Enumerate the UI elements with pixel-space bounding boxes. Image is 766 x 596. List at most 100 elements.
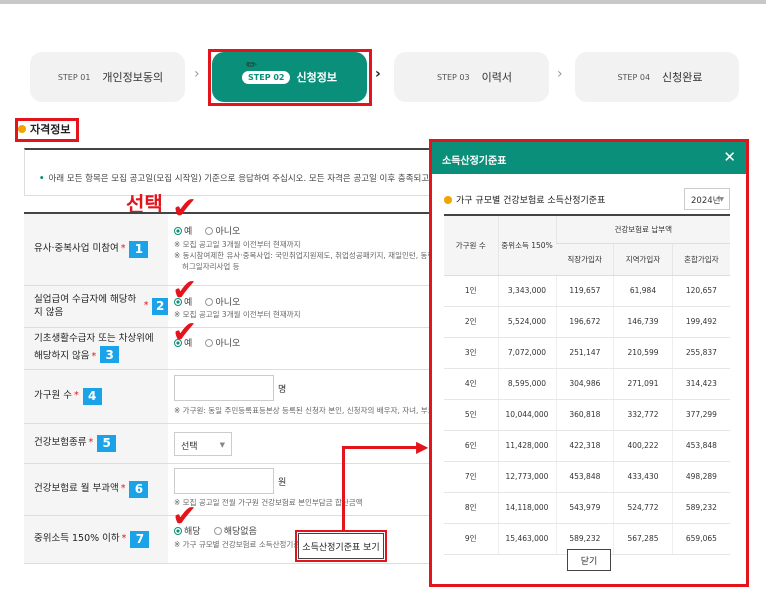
income-standard-modal: 소득산정기준표 ✕ 가구 규모별 건강보험료 소득산정기준표 2024년 ▼ 가구… xyxy=(432,142,746,584)
row-label: 건강보험료 월 부과액 * 6 xyxy=(24,464,168,515)
table-cell: 7,072,000 xyxy=(497,337,556,369)
table-cell: 2인 xyxy=(444,306,498,338)
modal-title: 소득산정기준표 xyxy=(442,156,507,167)
table-cell: 1인 xyxy=(444,275,498,307)
notice-box: • 아래 모든 항목은 모집 공고일(모집 시작일) 기준으로 응답하여 주십시오… xyxy=(24,148,444,196)
view-income-standard-button[interactable]: 소득산정기준표 보기 xyxy=(298,533,384,559)
table-cell: 15,463,000 xyxy=(497,523,556,555)
table-cell: 199,492 xyxy=(671,306,730,338)
row-note: ※ 모집 공고일 전월 가구원 건강보험료 본인부담금 합산금액 xyxy=(174,498,363,507)
table-cell: 146,739 xyxy=(613,306,673,338)
radio-yes[interactable]: 예 xyxy=(174,224,192,237)
table-cell: 498,289 xyxy=(671,461,730,493)
row-household-size: 가구원 수 * 4 명 ※ 가구원: 동일 주민등록표등본상 등록된 신청자 본인,… xyxy=(24,370,435,424)
connector-line xyxy=(342,446,422,449)
number-badge: 7 xyxy=(130,531,150,548)
chevron-right-icon: › xyxy=(194,66,200,82)
table-cell: 5,524,000 xyxy=(497,306,556,338)
step-2-label: 신청정보 xyxy=(296,71,337,84)
table-cell: 304,986 xyxy=(555,368,614,400)
table-cell: 255,837 xyxy=(671,337,730,369)
table-cell: 567,285 xyxy=(613,523,673,555)
bullet-dot-icon xyxy=(18,125,26,133)
section-title: 자격정보 xyxy=(18,121,70,137)
number-badge: 6 xyxy=(129,481,149,498)
header-household: 가구원 수 xyxy=(444,215,498,276)
table-cell: 543,979 xyxy=(555,492,614,524)
table-cell: 524,772 xyxy=(613,492,673,524)
table-cell: 659,065 xyxy=(671,523,730,555)
table-row: 2인 5,524,000 196,672 146,739 199,492 xyxy=(444,306,730,338)
table-cell: 251,147 xyxy=(555,337,614,369)
year-select[interactable]: 2024년 ▼ xyxy=(684,188,730,210)
step-4: STEP 04 신청완료 xyxy=(575,52,739,102)
insurance-type-select[interactable]: 선택 ▼ xyxy=(174,432,232,456)
table-row: 5인 10,044,000 360,818 332,772 377,299 xyxy=(444,399,730,431)
table-cell: 453,848 xyxy=(555,461,614,493)
table-cell: 9인 xyxy=(444,523,498,555)
step-1-label: 개인정보동의 xyxy=(102,71,164,84)
header-employee: 직장가입자 xyxy=(556,243,614,276)
radio-not-applicable[interactable]: 해당없음 xyxy=(213,524,257,537)
table-cell: 400,222 xyxy=(613,430,673,462)
table-row: 1인 3,343,000 119,657 61,984 120,657 xyxy=(444,275,730,307)
household-size-input[interactable] xyxy=(174,375,274,401)
row-insurance-type: 건강보험종류 * 5 선택 ▼ xyxy=(24,424,434,464)
row-note: ※ 가구원: 동일 주민등록표등본상 등록된 신청자 본인, 신청자의 배우자,… xyxy=(174,406,435,415)
row-note: 허그일자리사업 등 xyxy=(182,261,240,271)
row-label: 실업급여 수급자에 해당하지 않음 * 2 xyxy=(24,286,168,327)
modal-close-button[interactable]: 닫기 xyxy=(567,549,611,571)
chevron-right-icon: › xyxy=(557,66,563,82)
table-cell: 196,672 xyxy=(555,306,614,338)
number-badge: 1 xyxy=(129,241,149,258)
arrow-right-icon: ▶ xyxy=(416,437,429,456)
table-cell: 210,599 xyxy=(613,337,673,369)
row-label: 중위소득 150% 이하 * 7 xyxy=(24,516,168,563)
table-cell: 377,299 xyxy=(671,399,730,431)
chevron-right-icon: › xyxy=(375,66,381,82)
table-cell: 119,657 xyxy=(555,275,614,307)
table-cell: 7인 xyxy=(444,461,498,493)
row-note: ※ 모집 공고일 3개월 이전부터 현재까지 xyxy=(174,310,301,319)
table-row: 6인 11,428,000 422,318 400,222 453,848 xyxy=(444,430,730,462)
row-label: 기초생활수급자 또는 차상위에 해당하지 않음 * 3 xyxy=(24,328,168,369)
table-cell: 433,430 xyxy=(613,461,673,493)
table-row: 3인 7,072,000 251,147 210,599 255,837 xyxy=(444,337,730,369)
step-3-label: 이력서 xyxy=(481,71,512,84)
connector-line xyxy=(342,448,345,532)
chevron-down-icon: ▼ xyxy=(219,441,225,449)
radio-no[interactable]: 아니오 xyxy=(205,224,240,237)
table-cell: 6인 xyxy=(444,430,498,462)
row-note: ※ 모집 공고일 3개월 이전부터 현재까지 xyxy=(174,240,301,249)
radio-yes[interactable]: 예 xyxy=(174,295,192,308)
step-2: ✏ STEP 02 신청정보 xyxy=(212,52,367,102)
table-cell: 3인 xyxy=(444,337,498,369)
radio-yes[interactable]: 예 xyxy=(174,336,192,349)
step-4-number: STEP 04 xyxy=(617,72,651,82)
row-insurance-fee: 건강보험료 월 부과액 * 6 원 ※ 모집 공고일 전월 가구원 건강보험료 본인… xyxy=(24,464,434,516)
pencil-icon: ✏ xyxy=(246,58,257,73)
row-similar-program: 유사·중복사업 미참여 * 1 예 아니오 ※ 모집 공고일 3개월 이전부터 현재… xyxy=(24,214,437,286)
row-label: 가구원 수 * 4 xyxy=(24,370,168,423)
chevron-down-icon: ▼ xyxy=(719,196,724,203)
table-cell: 360,818 xyxy=(555,399,614,431)
row-basic-living: 기초생활수급자 또는 차상위에 해당하지 않음 * 3 예 아니오 xyxy=(24,328,434,370)
table-cell: 8,595,000 xyxy=(497,368,556,400)
radio-no[interactable]: 아니오 xyxy=(205,295,240,308)
number-badge: 4 xyxy=(82,388,102,405)
table-cell: 10,044,000 xyxy=(497,399,556,431)
table-cell: 314,423 xyxy=(671,368,730,400)
insurance-fee-input[interactable] xyxy=(174,468,274,494)
top-border xyxy=(0,0,766,4)
close-icon[interactable]: ✕ xyxy=(723,148,736,166)
table-cell: 4인 xyxy=(444,368,498,400)
header-mixed: 혼합가입자 xyxy=(671,243,730,276)
number-badge: 3 xyxy=(100,346,120,364)
table-cell: 332,772 xyxy=(613,399,673,431)
table-cell: 453,848 xyxy=(671,430,730,462)
row-unemployment: 실업급여 수급자에 해당하지 않음 * 2 예 아니오 ※ 모집 공고일 3개월 이… xyxy=(24,286,434,328)
radio-applicable[interactable]: 해당 xyxy=(174,524,201,537)
table-cell: 11,428,000 xyxy=(497,430,556,462)
radio-no[interactable]: 아니오 xyxy=(205,336,240,349)
header-regional: 지역가입자 xyxy=(613,243,673,276)
